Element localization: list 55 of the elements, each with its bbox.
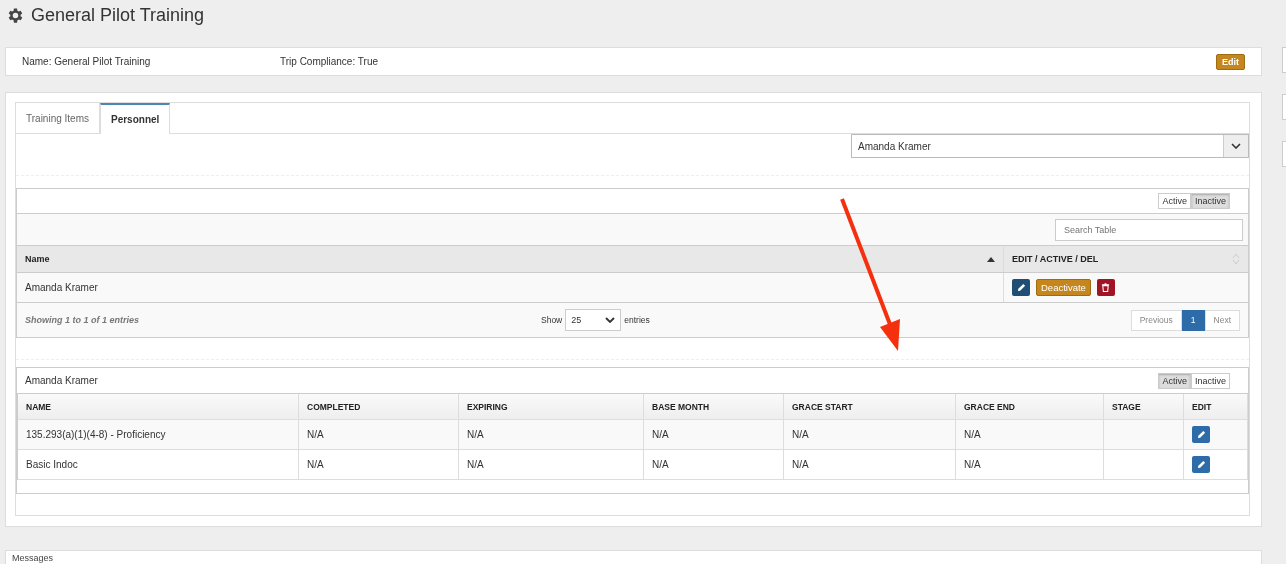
entries-summary: Showing 1 to 1 of 1 entries <box>25 315 141 325</box>
sort-up-icon <box>987 256 995 262</box>
page-title: General Pilot Training <box>31 4 205 26</box>
pagination-button[interactable]: 1 <box>1181 309 1205 331</box>
filter-button[interactable]: Active <box>1158 193 1191 209</box>
column-header: EXPIRING <box>459 394 644 419</box>
edit-button[interactable] <box>1192 456 1210 473</box>
show-label: Show <box>541 315 563 325</box>
info-text: Name: General Pilot Training <box>22 56 152 67</box>
trash-icon <box>1101 283 1111 292</box>
table-cell-text: Amanda Kramer <box>24 281 99 295</box>
table-cell: N/A <box>644 420 784 449</box>
page-size-select[interactable]: 25 <box>565 309 622 331</box>
column-header: STAGE <box>1104 394 1184 419</box>
search-field[interactable]: Search Table <box>1055 218 1243 241</box>
pencil-icon <box>1196 430 1206 439</box>
column-header: COMPLETED <box>299 394 459 419</box>
column-header: BASE MONTH <box>644 394 784 419</box>
column-header: GRACE END <box>956 394 1104 419</box>
gear-icon <box>6 5 25 25</box>
chevron-down-icon <box>1231 143 1241 149</box>
entries-label: entries <box>624 315 650 325</box>
table-cell: N/A <box>644 450 784 479</box>
pagination-button[interactable]: Previous <box>1130 309 1182 331</box>
table-cell: N/A <box>299 420 459 449</box>
pagination-button[interactable]: Next <box>1204 309 1240 331</box>
column-header: NAME <box>18 394 299 419</box>
table-cell: N/A <box>956 450 1104 479</box>
pencil-icon <box>1196 460 1206 469</box>
filter-button[interactable]: Inactive <box>1190 193 1230 209</box>
column-header[interactable]: EDIT / ACTIVE / DEL <box>1003 246 1248 272</box>
table-cell: N/A <box>459 450 644 479</box>
sort-icon <box>1232 253 1240 265</box>
pencil-icon <box>1016 283 1026 292</box>
table-cell: N/A <box>956 420 1104 449</box>
table-cell: N/A <box>459 420 644 449</box>
panel-title: Amanda Kramer <box>25 375 98 386</box>
table-cell: N/A <box>784 420 956 449</box>
delete-button[interactable] <box>1096 279 1115 296</box>
filter-button[interactable]: Active <box>1158 372 1191 389</box>
edit-button[interactable] <box>1012 279 1030 296</box>
tab[interactable]: Personnel <box>100 103 171 134</box>
column-header: GRACE START <box>784 394 956 419</box>
chevron-down-icon <box>605 317 616 323</box>
table-cell: 135.293(a)(1)(4-8) - Proficiency <box>18 420 299 449</box>
edit-button[interactable] <box>1192 426 1210 443</box>
table-cell: N/A <box>784 450 956 479</box>
table-cell: N/A <box>299 450 459 479</box>
column-header: EDIT <box>1184 394 1248 419</box>
person-select[interactable]: Amanda Kramer <box>851 134 1249 158</box>
column-header[interactable]: Name <box>17 246 1003 272</box>
filter-button[interactable]: Inactive <box>1190 372 1230 389</box>
table-cell: Basic Indoc <box>18 450 299 479</box>
info-text: Trip Compliance: True <box>280 56 379 67</box>
panel-title: Messages <box>12 553 54 563</box>
